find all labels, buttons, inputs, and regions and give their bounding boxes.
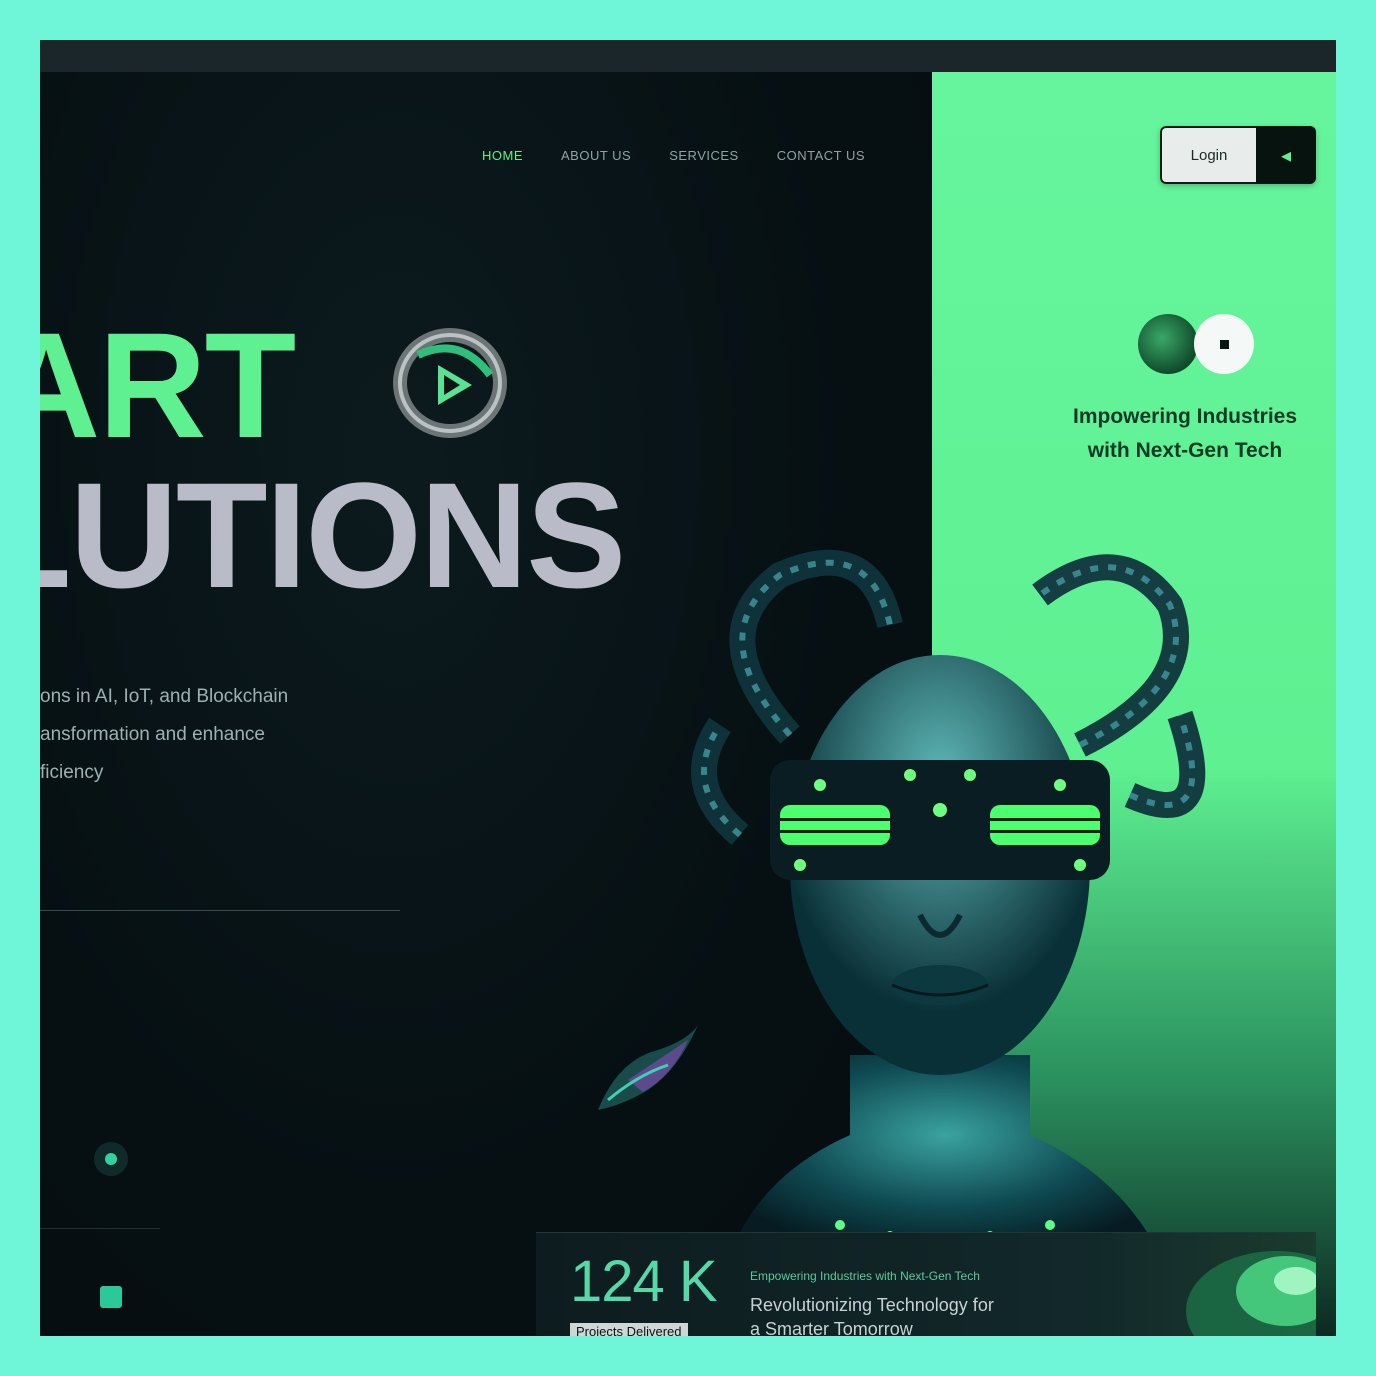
login-group: Login ◂ (1160, 126, 1316, 184)
hero-description-line: ficiency (40, 762, 104, 783)
stat-label: Projects Delivered (570, 1323, 688, 1336)
hero-description: ons in AI, IoT, and Blockchain ansformat… (40, 685, 370, 799)
avatar-group (1138, 314, 1254, 374)
stat-headline-line: a Smarter Tomorrow (750, 1319, 913, 1336)
side-tagline-line: Impowering Industries (1072, 405, 1298, 428)
arrow-left-icon[interactable]: ◂ (1256, 126, 1316, 184)
browser-topbar (40, 40, 1336, 72)
side-tagline: Impowering Industries with Next-Gen Tech (1050, 400, 1320, 468)
avatar (1138, 314, 1198, 374)
stat-kicker: Empowering Industries with Next-Gen Tech (750, 1269, 980, 1283)
stat-headline-line: Revolutionizing Technology for (750, 1295, 994, 1315)
cyborg-portrait-image (691, 549, 1206, 1255)
nav-home[interactable]: HOME (482, 148, 523, 163)
main-nav: HOME ABOUT US SERVICES CONTACT US (482, 148, 865, 163)
hero-divider (40, 910, 400, 911)
stat-value: 124 K (570, 1249, 718, 1314)
section-divider (40, 1228, 160, 1229)
login-button[interactable]: Login (1160, 126, 1256, 184)
play-ring-icon[interactable] (390, 325, 510, 440)
stats-bar: 124 K Projects Delivered Empowering Indu… (536, 1232, 1316, 1336)
stat-headline: Revolutionizing Technology for a Smarter… (750, 1293, 994, 1336)
dot-indicator-icon[interactable] (94, 1142, 128, 1176)
hero-description-line: ons in AI, IoT, and Blockchain (40, 686, 289, 707)
nav-contact-us[interactable]: CONTACT US (777, 148, 865, 163)
square-bullet-icon (100, 1286, 122, 1308)
green-orb-image (1186, 1251, 1316, 1336)
side-tagline-line: with Next-Gen Tech (1087, 439, 1283, 462)
nav-services[interactable]: SERVICES (669, 148, 739, 163)
hero-title-line1: ART (40, 301, 296, 469)
hero-description-line: ansformation and enhance (40, 724, 265, 745)
hero-title-line2: LUTIONS (40, 451, 626, 619)
nav-about-us[interactable]: ABOUT US (561, 148, 631, 163)
browser-frame: HOME ABOUT US SERVICES CONTACT US Login … (40, 40, 1336, 1336)
